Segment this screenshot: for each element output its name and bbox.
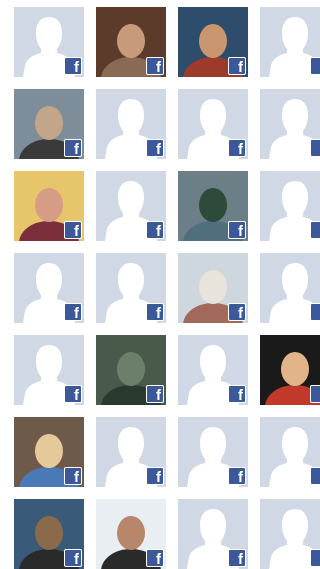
facebook-badge-icon: f <box>64 467 82 485</box>
friend-profile-thumbnail[interactable]: f <box>14 335 84 405</box>
friend-profile-thumbnail[interactable]: f <box>14 417 84 487</box>
friend-profile-thumbnail[interactable]: f <box>178 89 248 159</box>
facebook-badge-icon: f <box>310 221 320 239</box>
facebook-badge-icon: f <box>64 385 82 403</box>
facebook-badge-icon: f <box>310 467 320 485</box>
friend-profile-thumbnail[interactable]: f <box>14 171 84 241</box>
facebook-badge-icon: f <box>146 221 164 239</box>
friend-profile-thumbnail[interactable]: f <box>260 417 320 487</box>
friend-profile-thumbnail[interactable]: f <box>14 7 84 77</box>
friends-grid: f f f f f f f f f f f f f f f f f f f f f f f f f f f f <box>0 0 320 569</box>
friend-profile-thumbnail[interactable]: f <box>260 171 320 241</box>
facebook-badge-icon: f <box>64 303 82 321</box>
friend-profile-thumbnail[interactable]: f <box>14 89 84 159</box>
facebook-badge-icon: f <box>228 303 246 321</box>
friend-profile-thumbnail[interactable]: f <box>178 417 248 487</box>
facebook-badge-icon: f <box>146 303 164 321</box>
facebook-badge-icon: f <box>146 549 164 567</box>
facebook-badge-icon: f <box>146 57 164 75</box>
friend-profile-thumbnail[interactable]: f <box>96 499 166 569</box>
facebook-badge-icon: f <box>64 549 82 567</box>
friend-profile-thumbnail[interactable]: f <box>96 335 166 405</box>
friend-profile-thumbnail[interactable]: f <box>96 417 166 487</box>
facebook-badge-icon: f <box>64 57 82 75</box>
facebook-badge-icon: f <box>310 303 320 321</box>
facebook-badge-icon: f <box>146 467 164 485</box>
friend-profile-thumbnail[interactable]: f <box>260 7 320 77</box>
friend-profile-thumbnail[interactable]: f <box>96 171 166 241</box>
friend-profile-thumbnail[interactable]: f <box>178 499 248 569</box>
friend-profile-thumbnail[interactable]: f <box>178 253 248 323</box>
facebook-badge-icon: f <box>310 549 320 567</box>
friend-profile-thumbnail[interactable]: f <box>178 335 248 405</box>
friend-profile-thumbnail[interactable]: f <box>260 335 320 405</box>
friend-profile-thumbnail[interactable]: f <box>14 499 84 569</box>
facebook-badge-icon: f <box>228 385 246 403</box>
facebook-badge-icon: f <box>146 139 164 157</box>
friend-profile-thumbnail[interactable]: f <box>178 7 248 77</box>
friend-profile-thumbnail[interactable]: f <box>178 171 248 241</box>
facebook-badge-icon: f <box>310 57 320 75</box>
facebook-badge-icon: f <box>228 57 246 75</box>
friend-profile-thumbnail[interactable]: f <box>96 89 166 159</box>
friend-profile-thumbnail[interactable]: f <box>260 89 320 159</box>
facebook-badge-icon: f <box>64 139 82 157</box>
friend-profile-thumbnail[interactable]: f <box>96 7 166 77</box>
friend-profile-thumbnail[interactable]: f <box>14 253 84 323</box>
facebook-badge-icon: f <box>228 549 246 567</box>
facebook-badge-icon: f <box>310 385 320 403</box>
friend-profile-thumbnail[interactable]: f <box>260 253 320 323</box>
friend-profile-thumbnail[interactable]: f <box>260 499 320 569</box>
facebook-badge-icon: f <box>228 221 246 239</box>
facebook-badge-icon: f <box>228 139 246 157</box>
facebook-badge-icon: f <box>310 139 320 157</box>
facebook-badge-icon: f <box>64 221 82 239</box>
friend-profile-thumbnail[interactable]: f <box>96 253 166 323</box>
facebook-badge-icon: f <box>228 467 246 485</box>
facebook-badge-icon: f <box>146 385 164 403</box>
